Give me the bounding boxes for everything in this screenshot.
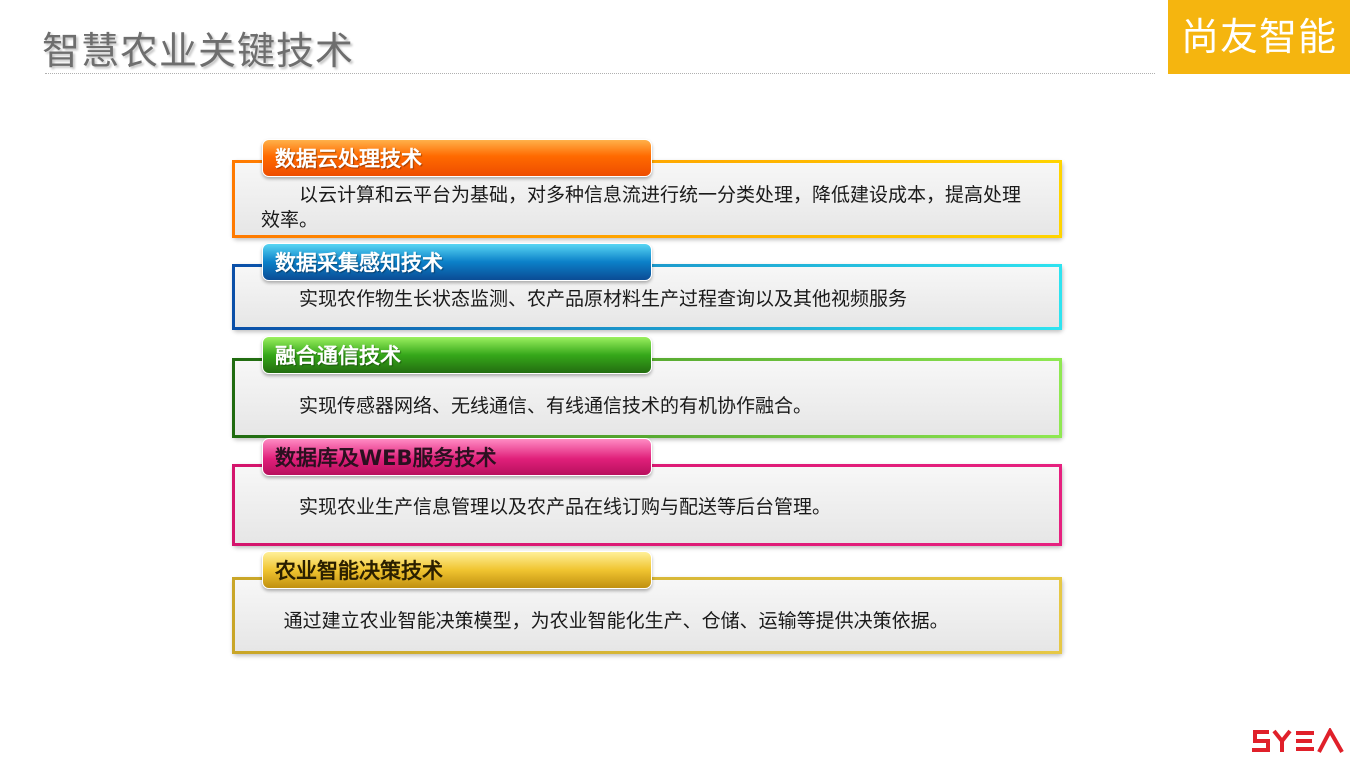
section-description: 以云计算和云平台为基础，对多种信息流进行统一分类处理，降低建设成本，提高处理效率… <box>261 184 1022 231</box>
section-description: 实现农业生产信息管理以及农产品在线订购与配送等后台管理。 <box>299 496 832 518</box>
section-heading-decision-making: 农业智能决策技术 <box>262 551 652 589</box>
page-title: 智慧农业关键技术 <box>42 29 355 73</box>
brand-badge: 尚友智能 <box>1168 0 1350 74</box>
section-heading-database-web: 数据库及WEB服务技术 <box>262 438 652 476</box>
title-divider <box>45 73 1155 74</box>
section-description: 实现农作物生长状态监测、农产品原材料生产过程查询以及其他视频服务 <box>299 288 908 310</box>
section-heading-data-acquisition: 数据采集感知技术 <box>262 243 652 281</box>
syea-logo-mark <box>1252 728 1344 753</box>
section-description: 实现传感器网络、无线通信、有线通信技术的有机协作融合。 <box>299 395 813 417</box>
section-heading-converged-communication: 融合通信技术 <box>262 336 652 374</box>
section-description: 通过建立农业智能决策模型，为农业智能化生产、仓储、运输等提供决策依据。 <box>283 610 949 632</box>
section-heading-cloud-processing: 数据云处理技术 <box>262 139 652 177</box>
syea-logo <box>1250 728 1345 754</box>
